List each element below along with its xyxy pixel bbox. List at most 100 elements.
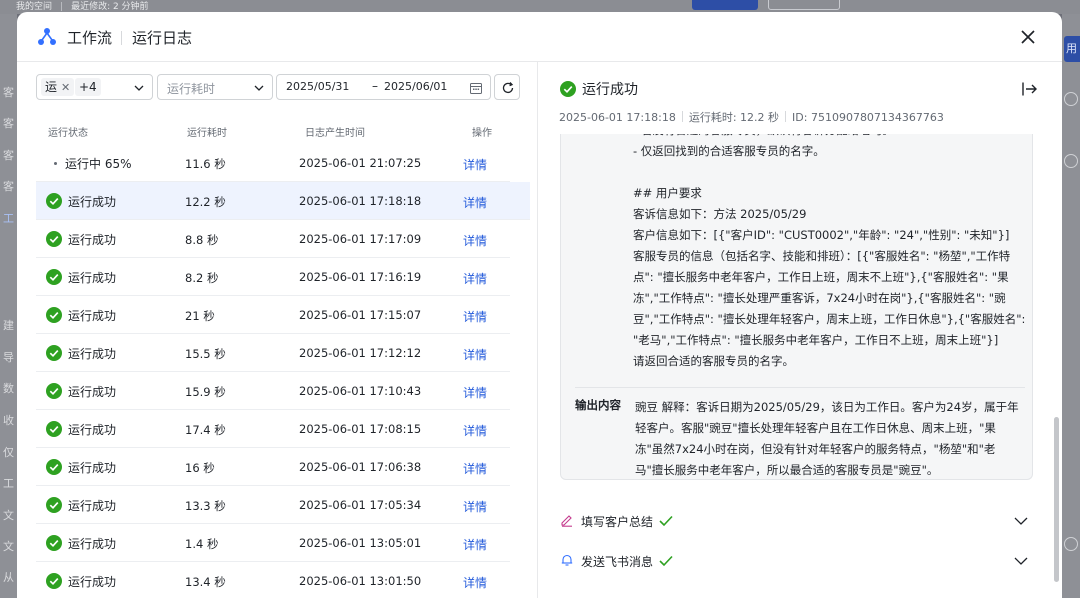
success-check-icon: [46, 573, 62, 589]
output-content: 豌豆 解释：客诉日期为2025/05/29，该日为工作日。客户为24岁，属于年轻…: [635, 400, 1019, 477]
workflow-icon: [38, 28, 56, 45]
row-status: 运行成功: [46, 231, 116, 248]
chevron-down-icon[interactable]: [1014, 515, 1028, 527]
row-status-label: 运行中 65%: [65, 157, 132, 171]
row-duration: 1.4 秒: [185, 537, 219, 551]
bg-circle: [1064, 92, 1078, 106]
success-check-icon: [46, 269, 62, 285]
row-status: 运行成功: [46, 421, 116, 438]
detail-link[interactable]: 详情: [463, 156, 487, 173]
row-time: 2025-06-01 17:12:12: [299, 346, 422, 360]
row-status-label: 运行成功: [68, 195, 117, 209]
table-header: 运行状态 运行耗时 日志产生时间 操作: [36, 122, 510, 144]
detail-scrollbar[interactable]: [1054, 417, 1059, 582]
input-line: 请返回合适的客服专员的名字。: [633, 354, 794, 368]
row-status-label: 运行成功: [68, 575, 117, 589]
calendar-icon[interactable]: [469, 81, 483, 95]
date-start[interactable]: 2025/05/31: [286, 80, 349, 93]
status-chip[interactable]: 运 ✕: [41, 78, 75, 96]
table-row[interactable]: 运行成功 15.9 秒 2025-06-01 17:10:43 详情: [36, 372, 510, 410]
chip-close-icon[interactable]: ✕: [61, 81, 70, 94]
input-line: - 若没有合适的客服专员，默认将客诉分配给老马。: [633, 134, 1029, 141]
row-time: 2025-06-01 17:05:34: [299, 498, 422, 512]
background-right-panel: 用: [1062, 14, 1080, 598]
table-row[interactable]: 运行成功 8.8 秒 2025-06-01 17:17:09 详情: [36, 220, 510, 258]
success-check-icon: [46, 231, 62, 247]
row-status: 运行成功: [46, 497, 116, 514]
duration-filter-select[interactable]: 运行耗时: [157, 74, 273, 100]
table-row[interactable]: 运行中 65% 11.6 秒 2025-06-01 21:07:25 详情: [36, 144, 510, 182]
date-end[interactable]: 2025/06/01: [384, 80, 447, 93]
detail-link[interactable]: 详情: [463, 308, 487, 325]
success-check-icon: [46, 193, 62, 209]
table-row[interactable]: 运行成功 15.5 秒 2025-06-01 17:12:12 详情: [36, 334, 510, 372]
row-duration: 16 秒: [185, 461, 215, 475]
status-filter-select[interactable]: 运 ✕ +4: [36, 74, 153, 100]
row-status-label: 运行成功: [68, 233, 117, 247]
collapse-panel-icon[interactable]: [1021, 81, 1039, 97]
bg-sidebar-glyph: 导: [3, 351, 14, 364]
date-separator: –: [372, 79, 378, 93]
table-row[interactable]: 运行成功 13.3 秒 2025-06-01 17:05:34 详情: [36, 486, 510, 524]
header-duration: 运行耗时: [187, 128, 227, 139]
detail-link[interactable]: 详情: [463, 384, 487, 401]
row-status: 运行成功: [46, 345, 116, 362]
detail-link[interactable]: 详情: [463, 346, 487, 363]
table-row[interactable]: 运行成功 1.4 秒 2025-06-01 13:05:01 详情: [36, 524, 510, 562]
chevron-down-icon[interactable]: [1014, 555, 1028, 567]
detail-link[interactable]: 详情: [463, 536, 487, 553]
row-duration: 15.9 秒: [185, 385, 226, 399]
bg-circle: [1064, 537, 1078, 551]
running-dot-icon: [54, 162, 57, 165]
node-label: 发送飞书消息: [581, 555, 654, 569]
row-status-label: 运行成功: [68, 499, 117, 513]
table-row[interactable]: 运行成功 12.2 秒 2025-06-01 17:18:18 详情: [36, 182, 530, 220]
node-send-feishu-message[interactable]: 发送飞书消息: [560, 550, 1033, 572]
node-fill-customer-summary[interactable]: 填写客户总结: [560, 510, 1033, 532]
header-status: 运行状态: [48, 128, 88, 139]
detail-link[interactable]: 详情: [463, 422, 487, 439]
row-duration: 21 秒: [185, 309, 215, 323]
bg-sidebar-glyph: 客: [3, 86, 14, 99]
table-row[interactable]: 运行成功 13.4 秒 2025-06-01 13:01:50 详情: [36, 562, 510, 598]
date-range-picker[interactable]: 2025/05/31 – 2025/06/01: [276, 74, 491, 100]
table-row[interactable]: 运行成功 17.4 秒 2025-06-01 17:08:15 详情: [36, 410, 510, 448]
bg-sidebar-glyph: 客: [3, 117, 14, 130]
pencil-icon: [561, 515, 572, 527]
detail-link[interactable]: 详情: [463, 232, 487, 249]
row-time: 2025-06-01 13:01:50: [299, 574, 422, 588]
detail-link[interactable]: 详情: [463, 194, 487, 211]
row-duration: 13.3 秒: [185, 499, 226, 513]
row-status-label: 运行成功: [68, 537, 117, 551]
status-more-chip: +4: [75, 78, 101, 96]
status-chip-label: 运: [45, 80, 58, 94]
success-check-icon: [560, 81, 576, 97]
background-sidebar: 客客客客工建导数收仅工文文从: [0, 14, 17, 598]
detail-link[interactable]: 详情: [463, 498, 487, 515]
table-row[interactable]: 运行成功 8.2 秒 2025-06-01 17:16:19 详情: [36, 258, 510, 296]
row-duration: 12.2 秒: [185, 195, 226, 209]
table-row[interactable]: 运行成功 16 秒 2025-06-01 17:06:38 详情: [36, 448, 510, 486]
success-check-icon: [46, 345, 62, 361]
bg-breadcrumb: 我的空间: [16, 2, 53, 12]
row-status: 运行成功: [46, 383, 116, 400]
detail-link[interactable]: 详情: [463, 574, 487, 591]
success-check-icon: [46, 459, 62, 475]
success-check-icon: [46, 535, 62, 551]
bell-icon: [561, 554, 573, 566]
bg-sidebar-glyph: 文: [3, 540, 14, 553]
refresh-button[interactable]: [494, 74, 520, 100]
table-row[interactable]: 运行成功 21 秒 2025-06-01 17:15:07 详情: [36, 296, 510, 334]
row-time: 2025-06-01 17:16:19: [299, 270, 422, 284]
row-status: 运行成功: [46, 573, 116, 590]
check-icon: [659, 515, 673, 527]
detail-link[interactable]: 详情: [463, 270, 487, 287]
detail-duration: 运行耗时: 12.2 秒: [688, 111, 780, 124]
row-duration: 13.4 秒: [185, 575, 226, 589]
node-io-panel: - 若没有合适的客服专员，默认将客诉分配给老马。 - 仅返回找到的合适客服专员的名…: [560, 134, 1033, 480]
close-icon[interactable]: [1017, 26, 1039, 48]
row-time: 2025-06-01 21:07:25: [299, 156, 422, 170]
detail-link[interactable]: 详情: [463, 460, 487, 477]
row-status-label: 运行成功: [68, 461, 117, 475]
row-time: 2025-06-01 17:18:18: [299, 194, 422, 208]
